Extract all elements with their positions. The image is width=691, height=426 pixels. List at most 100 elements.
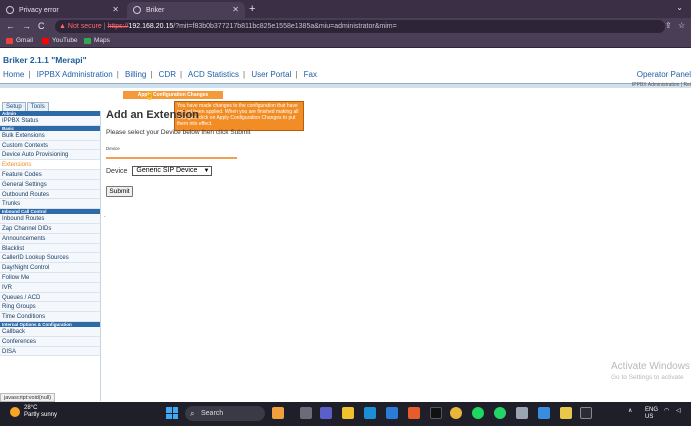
sidebar-item-disa[interactable]: DISA <box>0 346 100 357</box>
settings-gear-icon[interactable] <box>516 407 528 419</box>
star-icon[interactable]: ☆ <box>678 21 685 30</box>
chevron-up-icon[interactable]: ∧ <box>628 407 632 414</box>
sidebar-item-device-auto-provisioning[interactable]: Device Auto Provisioning <box>0 150 100 161</box>
bookmark-maps[interactable]: Maps <box>84 37 110 44</box>
sidebar-item-ippbx-status[interactable]: IPPBX Status <box>0 116 100 126</box>
sidebar-item-feature-codes[interactable]: Feature Codes <box>0 169 100 180</box>
language-indicator[interactable]: ENG US <box>645 407 658 421</box>
teams-icon[interactable] <box>320 407 332 419</box>
device-select-value: Generic SIP Device <box>136 167 198 174</box>
top-nav: Home | IPPBX Administration | Billing | CDR… <box>3 70 317 79</box>
nav-acd-statistics[interactable]: ACD Statistics <box>188 70 239 79</box>
tab-title: Briker <box>146 6 165 14</box>
sidebar-item-inbound-routes[interactable]: Inbound Routes <box>0 214 100 224</box>
sidebar-item-outbound-routes[interactable]: Outbound Routes <box>0 189 100 200</box>
nav-billing[interactable]: Billing <box>125 70 146 79</box>
status-link-preview: javascript:void(null) <box>0 393 56 402</box>
gmail-icon <box>6 37 13 44</box>
spotify-icon[interactable] <box>472 407 484 419</box>
tab-briker[interactable]: Briker ✕ <box>127 2 245 18</box>
lang-region: US <box>645 414 654 420</box>
close-icon[interactable]: ✕ <box>112 5 119 14</box>
taskbar-search[interactable]: ⌕ Search <box>185 406 265 421</box>
terminal-icon[interactable] <box>580 407 592 419</box>
sidebar-item-ring-groups[interactable]: Ring Groups <box>0 302 100 313</box>
sidebar: Admin IPPBX Status Basic Bulk Extensions… <box>0 111 101 401</box>
stray-dot: . <box>104 213 106 219</box>
device-select[interactable]: Generic SIP Device ▼ <box>132 166 213 176</box>
app-icon[interactable] <box>430 407 442 419</box>
widgets-icon[interactable] <box>272 407 284 419</box>
chevron-down-icon[interactable]: ⌄ <box>676 3 683 12</box>
chevron-down-icon: ▼ <box>203 168 210 174</box>
paint-icon[interactable] <box>560 407 572 419</box>
chrome-icon[interactable] <box>450 407 462 419</box>
task-view-icon[interactable] <box>300 407 312 419</box>
cursor-hand-icon: ☝ <box>145 91 155 100</box>
forward-arrow-icon[interactable]: → <box>22 21 31 31</box>
sidebar-item-time-conditions[interactable]: Time Conditions <box>0 312 100 322</box>
sidebar-item-ivr[interactable]: IVR <box>0 282 100 293</box>
weather-widget[interactable]: 28°C Partly sunny <box>10 405 57 419</box>
new-tab-button[interactable]: + <box>249 3 255 15</box>
sidebar-item-conferences[interactable]: Conferences <box>0 336 100 347</box>
search-icon: ⌕ <box>190 409 195 418</box>
file-explorer-icon[interactable] <box>342 407 354 419</box>
reload-icon[interactable]: C <box>38 21 45 31</box>
warning-icon: ▲ <box>59 23 66 30</box>
maps-icon <box>84 37 91 44</box>
nav-cdr[interactable]: CDR <box>159 70 176 79</box>
watermark-line1: Activate Windows <box>611 361 690 372</box>
device-section-label: Device <box>106 146 120 151</box>
bookmark-youtube[interactable]: YouTube <box>42 37 78 44</box>
nav-home[interactable]: Home <box>3 70 24 79</box>
bookmark-label: Gmail <box>16 37 33 44</box>
nav-fax[interactable]: Fax <box>304 70 317 79</box>
share-icon[interactable]: ⇪ <box>665 21 672 30</box>
temperature: 28°C <box>24 405 38 411</box>
sidebar-item-day-night-control[interactable]: Day/Night Control <box>0 263 100 273</box>
lang-code: ENG <box>645 407 659 413</box>
section-divider <box>106 157 237 159</box>
page-title: Add an Extension <box>106 109 199 121</box>
wifi-icon[interactable]: ◠ <box>664 407 669 414</box>
whatsapp-icon[interactable] <box>494 407 506 419</box>
nav-ippbx-administration[interactable]: IPPBX Administration <box>37 70 113 79</box>
url-field[interactable]: ▲ Not secure | https://192.168.20.15/?mi… <box>55 20 665 33</box>
weather-condition: Partly sunny <box>24 412 58 418</box>
bookmark-gmail[interactable]: Gmail <box>6 37 33 44</box>
back-arrow-icon[interactable]: ← <box>6 21 15 31</box>
tab-privacy-error[interactable]: Privacy error ✕ <box>0 2 125 18</box>
close-icon[interactable]: ✕ <box>232 5 239 14</box>
operator-panel-link[interactable]: Operator Panel <box>637 70 691 79</box>
nav-user-portal[interactable]: User Portal <box>251 70 291 79</box>
sun-icon <box>10 407 20 417</box>
apply-config-button[interactable]: Apply Configuration Changes <box>123 91 223 99</box>
sidebar-item-callerid-lookup-sources[interactable]: CallerID Lookup Sources <box>0 253 100 264</box>
sidebar-item-announcements[interactable]: Announcements <box>0 233 100 244</box>
sidebar-item-custom-contexts[interactable]: Custom Contexts <box>0 140 100 151</box>
edge-icon[interactable] <box>364 407 376 419</box>
photos-icon[interactable] <box>538 407 550 419</box>
windows-start-icon[interactable] <box>166 407 178 419</box>
firefox-icon[interactable] <box>408 407 420 419</box>
instruction-text: Please select your Device below then cli… <box>106 129 251 136</box>
store-icon[interactable] <box>386 407 398 419</box>
speaker-icon[interactable]: ◁ <box>676 407 681 414</box>
sidebar-item-trunks[interactable]: Trunks <box>0 199 100 210</box>
sidebar-item-queues-acd[interactable]: Queues / ACD <box>0 292 100 303</box>
page-brand: Briker 2.1.1 "Merapi" <box>3 55 87 65</box>
sidebar-item-callback[interactable]: Callback <box>0 326 100 337</box>
sidebar-item-bulk-extensions[interactable]: Bulk Extensions <box>0 130 100 141</box>
youtube-icon <box>42 37 49 44</box>
sidebar-item-extensions[interactable]: Extensions <box>0 160 100 170</box>
sidebar-item-zap-channel-dids[interactable]: Zap Channel DIDs <box>0 223 100 234</box>
address-bar-row: ← → C ▲ Not secure | https://192.168.20.… <box>0 18 691 35</box>
sidebar-item-follow-me[interactable]: Follow Me <box>0 272 100 283</box>
sidebar-item-general-settings[interactable]: General Settings <box>0 179 100 190</box>
watermark-line2: Go to Settings to activate <box>611 374 684 381</box>
browser-tab-bar: Privacy error ✕ Briker ✕ + ⌄ <box>0 0 691 18</box>
submit-button[interactable]: Submit <box>106 186 133 197</box>
sidebar-item-blacklist[interactable]: Blacklist <box>0 243 100 254</box>
header-band <box>0 83 691 88</box>
